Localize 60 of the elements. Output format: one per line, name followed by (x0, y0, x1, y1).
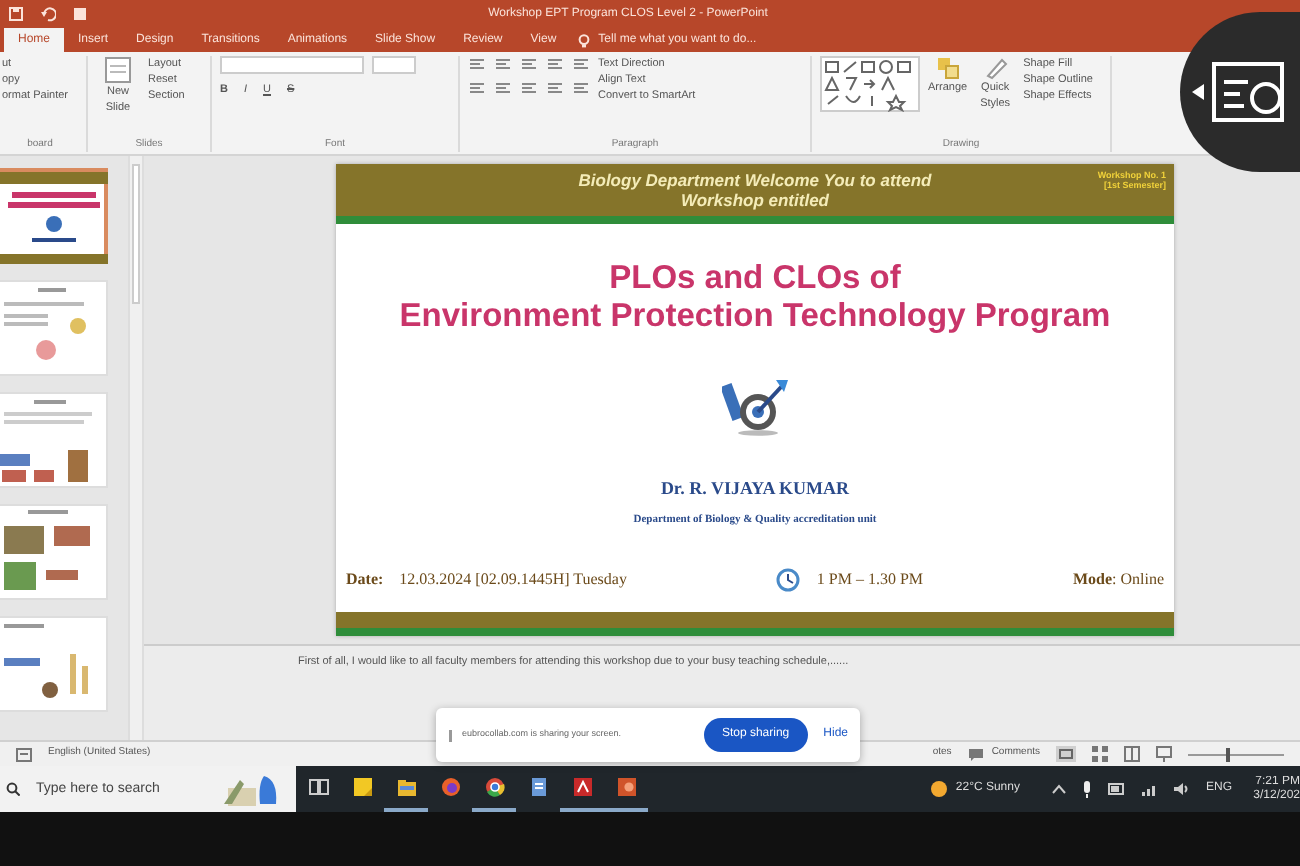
zoom-slider[interactable] (1188, 746, 1284, 762)
font-size-field[interactable] (372, 56, 416, 74)
save-icon[interactable] (8, 6, 24, 22)
align-icon[interactable] (520, 80, 538, 96)
mode-label: Mode (1072, 567, 1112, 592)
spelling-icon[interactable] (16, 747, 32, 761)
slideshow-icon[interactable] (72, 6, 88, 22)
header-text: Workshop entitled (681, 190, 829, 210)
quick-styles-icon[interactable] (983, 56, 1008, 80)
clock-icon (776, 567, 801, 592)
zoom-slider-thumb[interactable] (1226, 748, 1231, 762)
align-icon[interactable] (572, 80, 590, 96)
lightbulb-icon (578, 33, 591, 47)
comment-icon[interactable] (967, 747, 984, 761)
date-label: Date: (346, 567, 384, 592)
browser-globe-icon (439, 776, 461, 798)
chevron-up-icon[interactable] (1051, 784, 1066, 794)
drag-handle-icon[interactable] (448, 729, 454, 741)
folder-icon (395, 776, 417, 798)
header-text: Biology Department Welcome You to attend (578, 170, 932, 190)
search-icon (6, 782, 20, 796)
scrollbar-thumb[interactable] (132, 164, 140, 304)
new-slide-icon[interactable] (104, 56, 132, 84)
date-text: 12.03.2024 [02.09.1445H] Tuesday (399, 567, 627, 592)
chevron-left-icon (1192, 84, 1204, 100)
sticky-note-icon (351, 776, 373, 798)
target-arrow-icon (721, 376, 789, 437)
slideshow-view-icon[interactable] (1156, 746, 1172, 762)
align-icon[interactable] (546, 56, 564, 72)
align-icon[interactable] (546, 80, 564, 96)
battery-icon[interactable] (1107, 782, 1126, 796)
align-icon[interactable] (520, 56, 538, 72)
slide-title: PLOs and CLOs of (609, 260, 901, 299)
window-icon (1212, 62, 1284, 122)
slide-thumbnail[interactable] (0, 168, 108, 264)
mode-text: : Online (1112, 567, 1164, 592)
align-icon[interactable] (494, 80, 512, 96)
arrange-icon[interactable] (935, 56, 960, 80)
align-icon[interactable] (468, 56, 486, 72)
reading-view-icon[interactable] (1124, 746, 1140, 762)
font-name-field[interactable] (220, 56, 364, 74)
normal-view-icon[interactable] (1056, 746, 1076, 762)
document-icon (527, 776, 549, 798)
align-icon[interactable] (494, 56, 512, 72)
align-icon[interactable] (572, 56, 590, 72)
network-icon[interactable] (1141, 782, 1158, 796)
sun-icon (929, 780, 948, 798)
slide-sorter-icon[interactable] (1092, 746, 1108, 762)
slides-app-icon (615, 776, 637, 798)
presenter-name: Dr. R. VIJAYA KUMAR (660, 476, 850, 503)
time-text: 1 PM – 1.30 PM (816, 567, 923, 592)
shapes-gallery[interactable] (820, 56, 920, 112)
slide-title: Environment Protection Technology Program (399, 298, 1111, 337)
pdf-document-icon (571, 776, 593, 798)
align-icon[interactable] (468, 80, 486, 96)
speaker-icon[interactable] (1173, 782, 1190, 796)
microphone-icon[interactable] (1081, 780, 1092, 798)
round-browser-icon (483, 776, 505, 798)
task-view-icon (307, 776, 329, 798)
undo-icon[interactable] (40, 6, 56, 22)
